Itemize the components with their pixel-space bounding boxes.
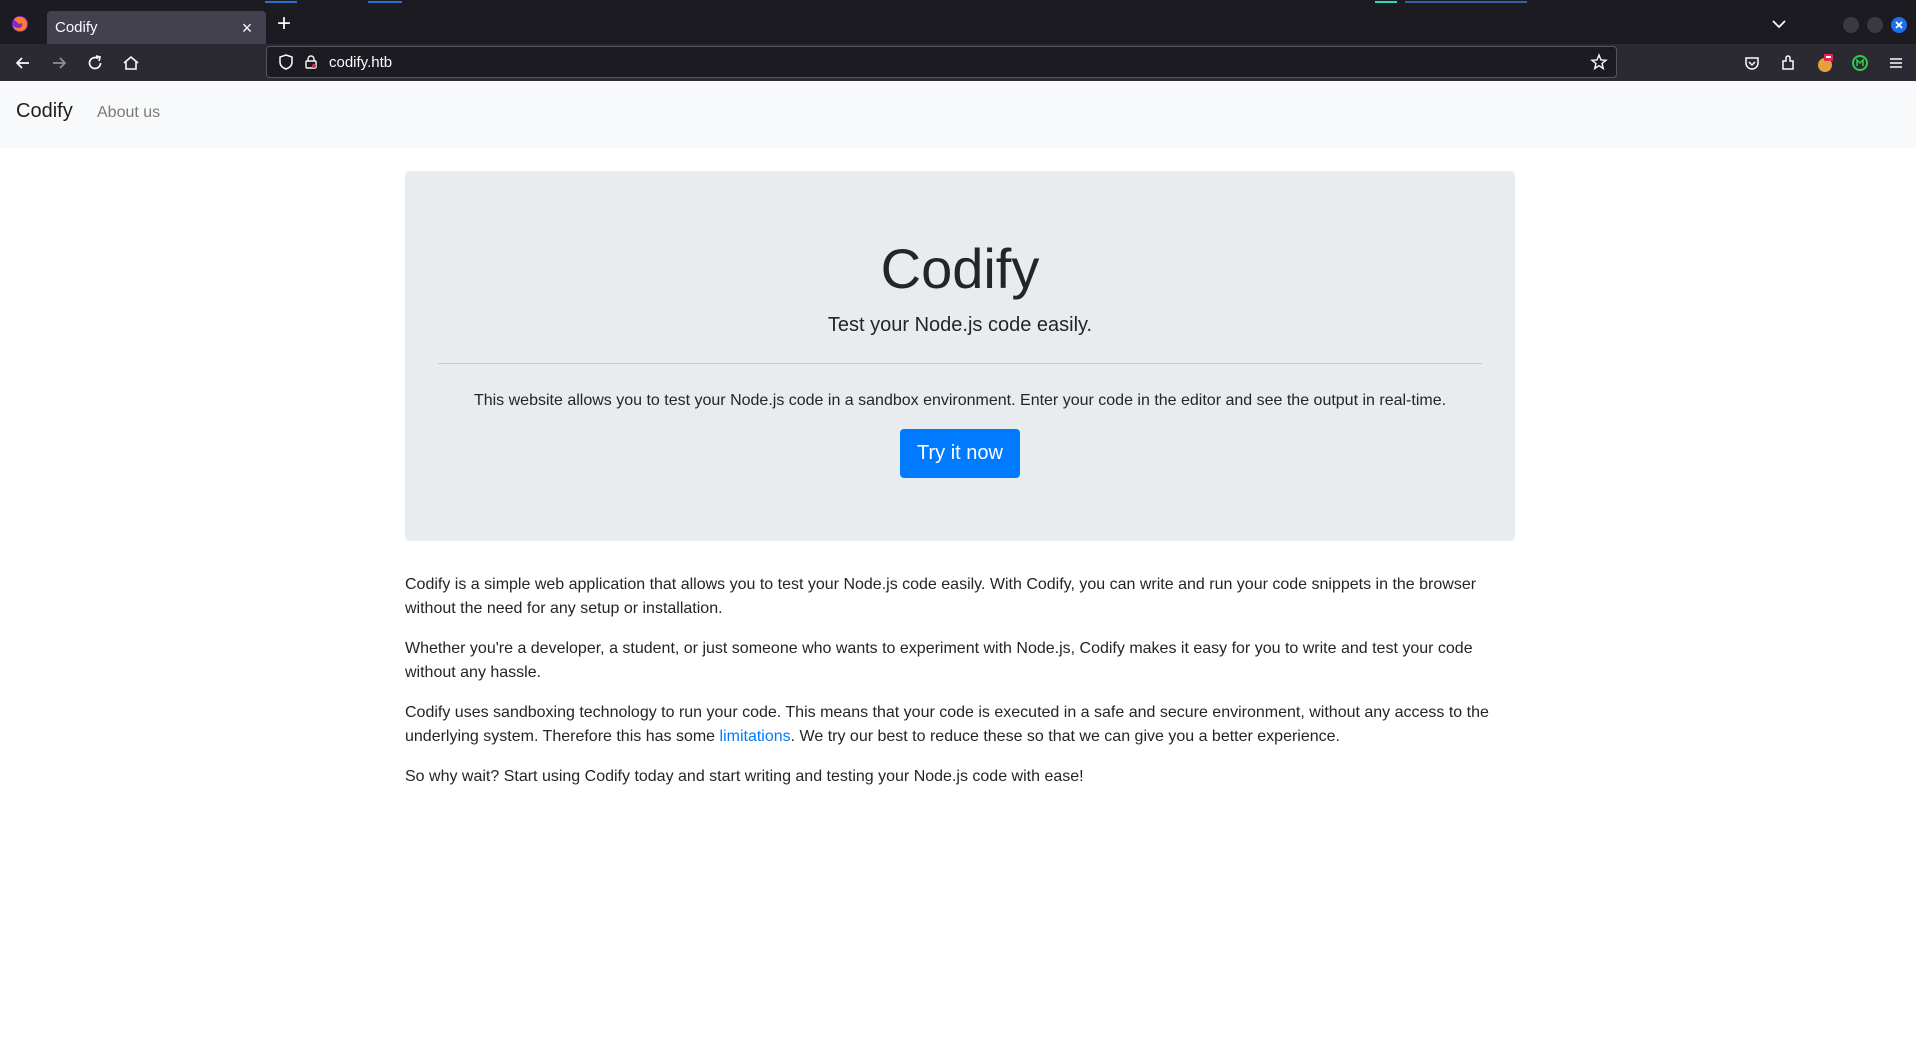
limitations-link[interactable]: limitations	[720, 728, 791, 745]
reload-icon[interactable]	[85, 53, 105, 73]
forward-arrow-icon[interactable]	[49, 53, 69, 73]
address-bar[interactable]	[266, 46, 1617, 78]
minimize-button[interactable]	[1843, 17, 1859, 33]
window-close-button[interactable]	[1891, 17, 1907, 33]
content-paragraph-4: So why wait? Start using Codify today an…	[405, 768, 1084, 785]
strip-highlight	[1375, 1, 1397, 3]
lock-icon[interactable]	[303, 54, 319, 70]
content-paragraph-1: Codify is a simple web application that …	[405, 576, 1477, 617]
strip-highlight	[1405, 1, 1527, 3]
tab-codify[interactable]: Codify ×	[47, 11, 266, 44]
content-paragraph-2: Whether you're a developer, a student, o…	[405, 640, 1473, 681]
nav-toolbar	[0, 44, 1916, 81]
strip-highlight	[368, 1, 402, 3]
star-icon[interactable]	[1590, 53, 1608, 71]
nav-link-about[interactable]: About us	[97, 104, 160, 122]
strip-highlight	[265, 1, 297, 3]
hero-jumbotron: Codify Test your Node.js code easily. Th…	[405, 171, 1515, 541]
main-content: Codify is a simple web application that …	[405, 573, 1515, 805]
chevron-down-icon[interactable]	[1770, 15, 1788, 33]
hero-lead: Test your Node.js code easily.	[827, 314, 1093, 336]
shield-icon[interactable]	[277, 53, 295, 71]
green-extension-icon[interactable]	[1850, 53, 1870, 73]
back-arrow-icon[interactable]	[13, 53, 33, 73]
plus-icon[interactable]: +	[277, 12, 291, 36]
url-input[interactable]	[329, 53, 1590, 71]
fox-extension-icon[interactable]	[1815, 53, 1835, 73]
close-icon[interactable]: ×	[238, 19, 256, 37]
content-paragraph-3: Codify uses sandboxing technology to run…	[405, 701, 1515, 749]
hero-description: This website allows you to test your Nod…	[473, 392, 1447, 409]
paragraph-text: . We try our best to reduce these so tha…	[790, 728, 1340, 745]
firefox-icon	[12, 16, 28, 32]
hero-divider	[438, 363, 1482, 364]
maximize-button[interactable]	[1867, 17, 1883, 33]
close-icon	[1895, 21, 1903, 29]
navbar-brand[interactable]: Codify	[16, 100, 73, 123]
home-icon[interactable]	[121, 53, 141, 73]
hamburger-menu-icon[interactable]	[1886, 53, 1906, 73]
try-it-now-button[interactable]: Try it now	[900, 429, 1020, 478]
pocket-icon[interactable]	[1742, 53, 1762, 73]
hero-title: Codify	[880, 237, 1040, 300]
extensions-icon[interactable]	[1778, 53, 1798, 73]
site-navbar: Codify About us	[0, 81, 1916, 148]
tab-title: Codify	[55, 19, 98, 36]
tab-bar: Codify × +	[0, 4, 1916, 44]
